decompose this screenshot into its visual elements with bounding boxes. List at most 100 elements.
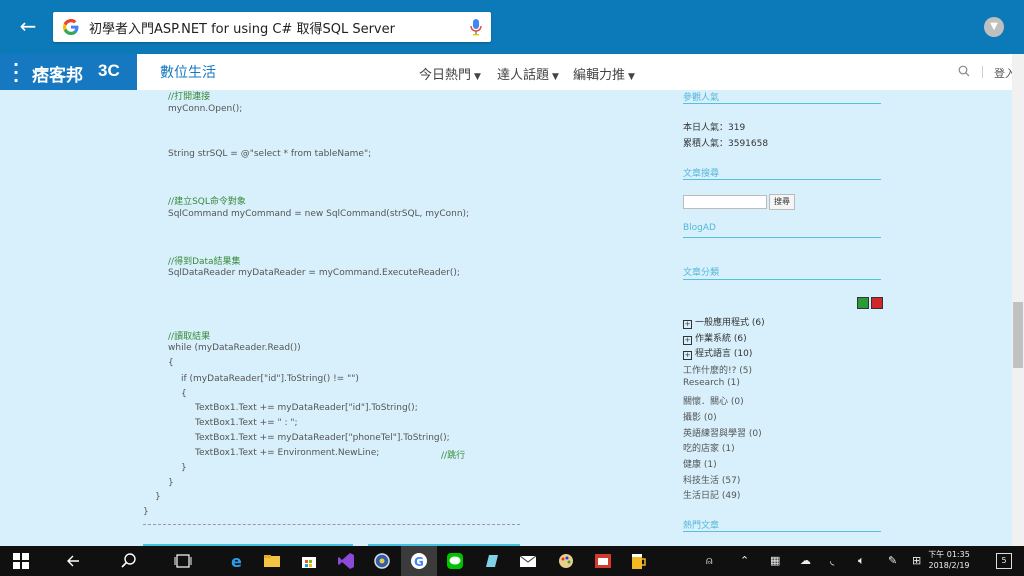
category-link[interactable]: 科技生活 (57): [683, 473, 740, 486]
category-label: 作業系統 (6): [695, 334, 747, 344]
site-logo[interactable]: · · · 痞客邦 3C: [0, 54, 137, 90]
app-tray-icon[interactable]: ▦: [770, 554, 780, 567]
caret-down-icon: ▼: [552, 72, 559, 82]
code-line: TextBox1.Text += Environment.NewLine;: [195, 448, 380, 458]
divider: [982, 66, 983, 78]
search-icon[interactable]: [120, 552, 138, 570]
category-item[interactable]: + 程式語言 (10): [683, 346, 752, 360]
logo-name: 痞客邦: [32, 66, 83, 86]
windows-start-icon[interactable]: [12, 552, 30, 570]
code-line: TextBox1.Text += myDataReader["phoneTel"…: [195, 433, 450, 443]
mail-icon[interactable]: [519, 552, 537, 570]
code-line: if (myDataReader["id"].ToString() != ""): [181, 374, 359, 384]
total-visitors: 累積人氣：3591658: [683, 139, 769, 149]
chevron-up-icon[interactable]: ⌃: [740, 554, 749, 567]
notepad-icon[interactable]: [483, 552, 501, 570]
caret-down-icon: ▼: [474, 72, 481, 82]
today-visitors: 本日人氣：319: [683, 123, 746, 133]
plus-icon[interactable]: +: [683, 320, 692, 329]
clock-time: 下午 01:35: [928, 550, 970, 559]
category-title: 文章分類: [683, 268, 720, 278]
svg-text:G: G: [414, 555, 424, 569]
search-box[interactable]: 初學者入門ASP.NET for using C# 取得SQL Server: [53, 12, 491, 42]
category-link[interactable]: Research (1): [683, 378, 740, 388]
store-icon[interactable]: [300, 552, 318, 570]
onedrive-icon[interactable]: ☁: [800, 554, 811, 567]
article-search-input[interactable]: [683, 195, 767, 209]
category-link[interactable]: 英語練習與學習 (0): [683, 426, 762, 439]
channel-title[interactable]: 數位生活: [160, 62, 216, 82]
code-line: SqlCommand myCommand = new SqlCommand(st…: [168, 209, 470, 219]
code-line: {: [181, 389, 187, 399]
nav-label: 編輯力推: [573, 68, 626, 83]
site-header: · · · 痞客邦 3C 數位生活 今日熱門 ▼ 達人話題 ▼ 編輯力推 ▼ 登入: [0, 54, 1024, 91]
beer-app-icon[interactable]: [629, 552, 647, 570]
category-link[interactable]: 工作什麼的!? (5): [683, 363, 752, 376]
back-arrow-icon[interactable]: [65, 552, 83, 570]
pen-icon[interactable]: ✎: [888, 554, 897, 567]
category-link[interactable]: 生活日記 (49): [683, 488, 740, 501]
nav-item-picks[interactable]: 編輯力推 ▼: [573, 64, 635, 83]
volume-icon[interactable]: 🔈︎: [858, 554, 865, 568]
category-item[interactable]: + 一般應用程式 (6): [683, 315, 765, 329]
code-line: TextBox1.Text += myDataReader["id"].ToSt…: [195, 403, 418, 413]
article-search-button[interactable]: 搜尋: [769, 194, 795, 210]
visitors-title: 參觀人氣: [683, 93, 720, 103]
windows-taskbar: e G ⍝ ⌃ ▦ ☁ ◟ 🔈︎ ✎ ⊞ 下午 01:35 2018/2/19 …: [0, 546, 1024, 576]
blogad-title: BlogAD: [683, 223, 716, 233]
code-line: while (myDataReader.Read()): [168, 343, 301, 353]
plus-icon[interactable]: +: [683, 336, 692, 345]
system-clock[interactable]: 下午 01:35 2018/2/19: [920, 549, 978, 571]
nav-item-hot[interactable]: 今日熱門 ▼: [419, 64, 481, 83]
logo-tag: 3C: [98, 61, 120, 80]
category-link[interactable]: 吃的店家 (1): [683, 441, 735, 454]
category-label: 一般應用程式 (6): [695, 318, 765, 328]
scrollbar[interactable]: [1012, 54, 1024, 546]
code-comment: //得到Data結果集: [168, 257, 241, 267]
nav-label: 今日熱門: [419, 68, 472, 83]
calendar-app-icon[interactable]: [594, 552, 612, 570]
back-arrow-icon[interactable]: ←: [17, 15, 39, 37]
edge-browser-icon[interactable]: e: [229, 552, 247, 570]
code-line: }: [155, 492, 161, 502]
expand-all-icon[interactable]: [857, 297, 869, 309]
visual-studio-icon[interactable]: [337, 552, 355, 570]
plus-icon[interactable]: +: [683, 351, 692, 360]
category-item[interactable]: + 作業系統 (6): [683, 331, 747, 345]
chrome-menu-icon[interactable]: ▼: [984, 17, 1004, 37]
sidebar-divider: [683, 531, 881, 532]
task-view-icon[interactable]: [174, 552, 192, 570]
line-app-icon[interactable]: [446, 552, 464, 570]
code-comment: //建立SQL命令對象: [168, 197, 246, 207]
sidebar-divider: [683, 279, 881, 280]
code-line: {: [168, 358, 174, 368]
people-icon[interactable]: ⍝: [706, 554, 713, 568]
paint-icon[interactable]: [557, 552, 575, 570]
collapse-all-icon[interactable]: [871, 297, 883, 309]
media-player-icon[interactable]: [373, 552, 391, 570]
code-line: String strSQL = @"select * from tableNam…: [168, 149, 372, 159]
microphone-icon[interactable]: [469, 18, 483, 36]
category-link[interactable]: 健康 (1): [683, 457, 717, 470]
code-comment: //跳行: [441, 451, 466, 461]
article-area: //打開連接 myConn.Open(); String strSQL = @"…: [0, 90, 1012, 546]
category-link[interactable]: 攝影 (0): [683, 410, 717, 423]
nav-label: 達人話題: [497, 68, 550, 83]
search-title: 文章搜尋: [683, 169, 720, 179]
notification-center-icon[interactable]: 5: [996, 553, 1012, 569]
dashed-divider: [143, 524, 520, 525]
code-comment: //讀取結果: [168, 332, 211, 342]
scrollbar-thumb[interactable]: [1013, 302, 1023, 368]
nav-item-topics[interactable]: 達人話題 ▼: [497, 64, 559, 83]
code-line: TextBox1.Text += " : ";: [195, 418, 298, 428]
menu-dots-icon[interactable]: · · ·: [13, 57, 19, 89]
chrome-icon[interactable]: G: [410, 552, 428, 570]
caret-down-icon: ▼: [628, 72, 635, 82]
category-link[interactable]: 關懷．關心 (0): [683, 394, 744, 407]
file-explorer-icon[interactable]: [263, 552, 281, 570]
network-icon[interactable]: ◟: [830, 554, 834, 567]
code-line: }: [168, 478, 174, 488]
search-icon[interactable]: [958, 65, 970, 77]
search-query-text[interactable]: 初學者入門ASP.NET for using C# 取得SQL Server: [89, 18, 395, 37]
code-line: myConn.Open();: [168, 104, 243, 114]
